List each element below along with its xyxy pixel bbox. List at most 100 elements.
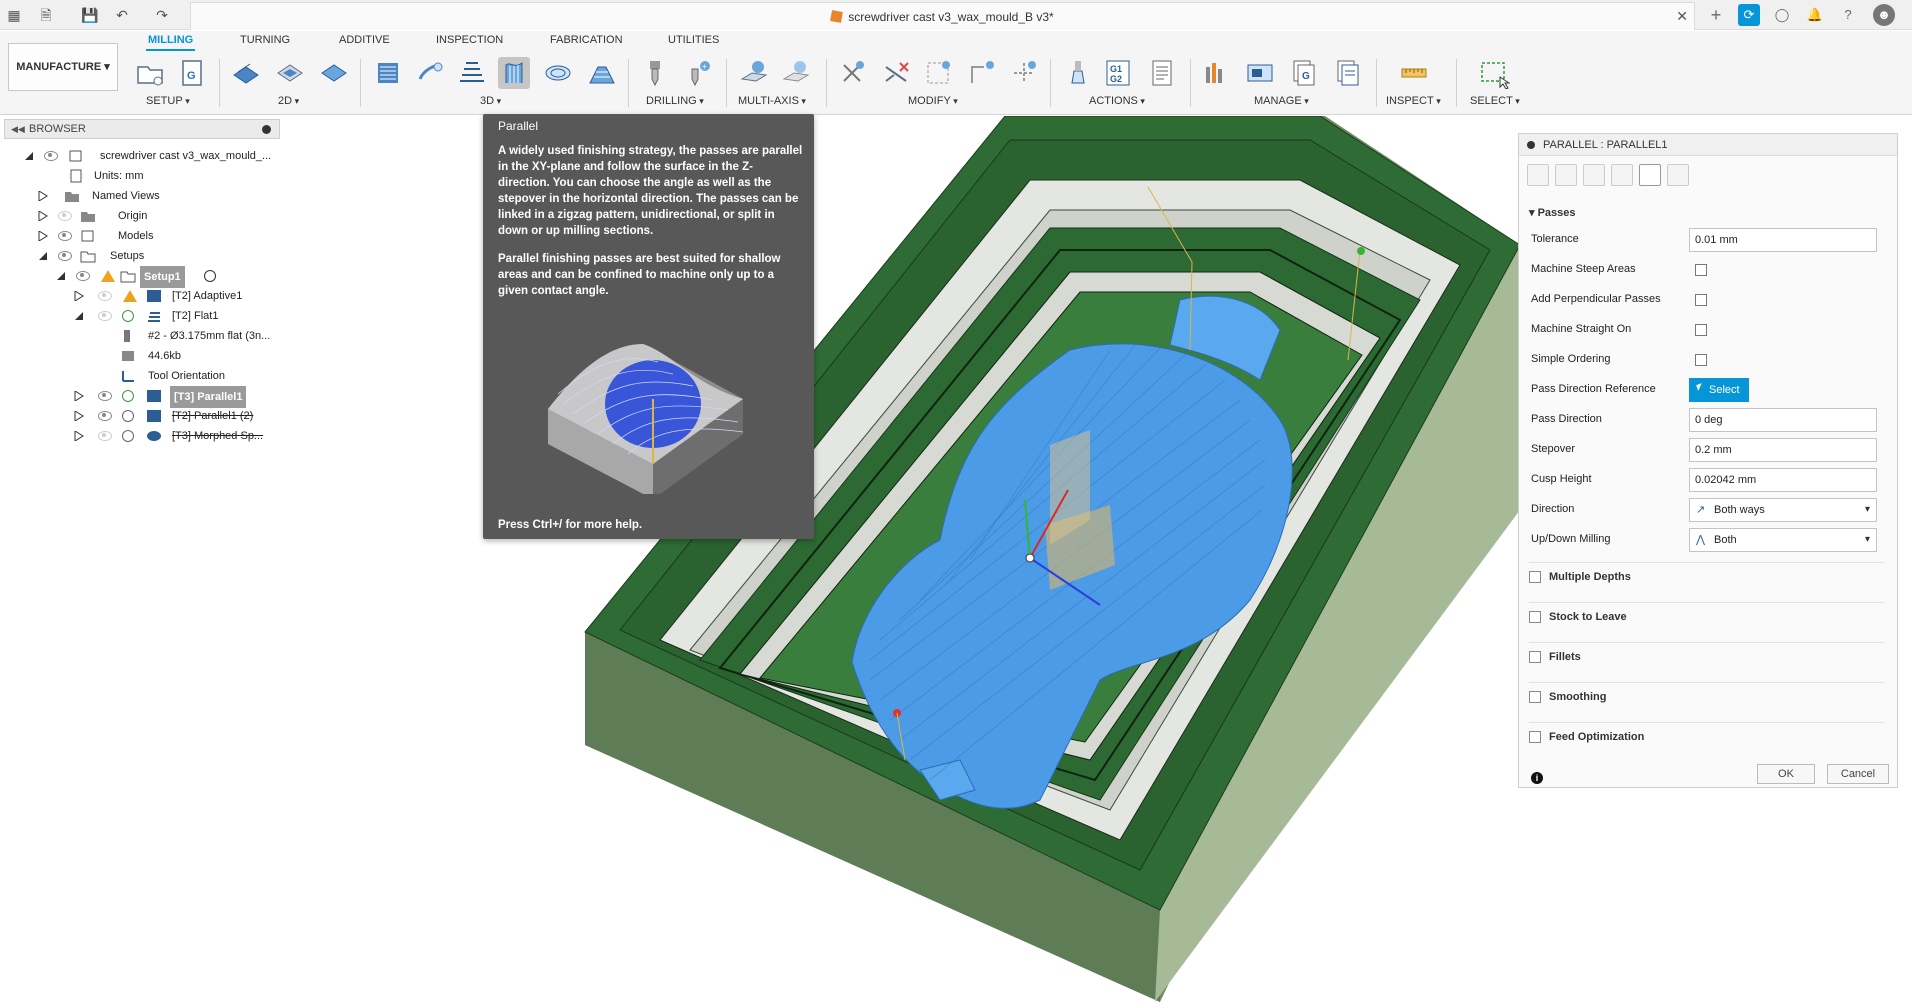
3d-adaptive-icon[interactable] — [372, 57, 404, 89]
up-down-milling-select[interactable]: ⋀ Both — [1689, 528, 1877, 552]
simple-ordering-checkbox[interactable] — [1695, 354, 1707, 366]
visibility-eye-icon[interactable] — [98, 311, 112, 321]
expand-arrow-icon[interactable] — [74, 431, 84, 441]
app-grid-icon[interactable]: ▦ — [4, 5, 24, 25]
browser-header[interactable]: ◀◀ BROWSER — [4, 119, 280, 139]
group-modify[interactable]: MODIFY — [908, 95, 958, 107]
group-actions[interactable]: ACTIONS — [1089, 95, 1145, 107]
group-setup[interactable]: SETUP — [146, 95, 190, 107]
2d-pocket-icon[interactable] — [274, 57, 306, 89]
expand-arrow-icon[interactable] — [38, 251, 48, 261]
hole-recognition-icon[interactable]: + — [682, 57, 714, 89]
tab-fabrication[interactable]: FABRICATION — [548, 34, 625, 46]
tolerance-input[interactable]: 0.01 mm — [1689, 228, 1877, 252]
visibility-eye-icon[interactable] — [44, 151, 58, 161]
multiple-depths-section[interactable]: Multiple Depths — [1529, 562, 1884, 586]
visibility-eye-icon[interactable] — [98, 431, 112, 441]
notifications-icon[interactable]: 🔔 — [1804, 4, 1826, 26]
tab-milling[interactable]: MILLING — [146, 34, 196, 51]
pattern-icon[interactable] — [1008, 57, 1040, 89]
visibility-eye-icon[interactable] — [58, 251, 72, 261]
job-status-icon[interactable]: ◯ — [1771, 4, 1793, 26]
move-toolpath-icon[interactable] — [966, 57, 998, 89]
cancel-button[interactable]: Cancel — [1827, 764, 1889, 784]
visibility-eye-icon[interactable] — [98, 291, 112, 301]
swarf-icon[interactable] — [738, 57, 770, 89]
undo-icon[interactable]: ↶ — [112, 5, 132, 25]
multiple-depths-checkbox[interactable] — [1529, 571, 1541, 583]
visibility-eye-icon[interactable] — [98, 411, 112, 421]
fillets-checkbox[interactable] — [1529, 651, 1541, 663]
user-avatar-icon[interactable]: ☻ — [1873, 4, 1895, 26]
expand-arrow-icon[interactable] — [38, 231, 48, 241]
redo-icon[interactable]: ↷ — [152, 5, 172, 25]
window-select-icon[interactable] — [1478, 57, 1511, 90]
expand-arrow-icon[interactable] — [74, 291, 84, 301]
dialog-collapse-icon[interactable] — [1527, 141, 1535, 149]
steep-and-shallow-icon[interactable] — [456, 57, 488, 89]
file-menu-icon[interactable]: 🗎 — [36, 5, 56, 25]
expand-arrow-icon[interactable] — [74, 391, 84, 401]
save-icon[interactable]: 💾 — [80, 5, 100, 25]
cusp-height-input[interactable]: 0.02042 mm — [1689, 468, 1877, 492]
tab-additive[interactable]: ADDITIVE — [337, 34, 392, 46]
group-3d[interactable]: 3D — [480, 95, 501, 107]
task-manager-icon[interactable] — [1332, 57, 1364, 89]
new-tab-icon[interactable]: + — [1705, 4, 1727, 26]
drill-icon[interactable] — [640, 57, 672, 89]
trim-toolpath-icon[interactable] — [836, 57, 868, 89]
multi-axis-contour-icon[interactable] — [780, 57, 812, 89]
setup-sheet-icon[interactable] — [1146, 57, 1178, 89]
group-multi-axis[interactable]: MULTI-AXIS — [738, 95, 806, 107]
stock-to-leave-checkbox[interactable] — [1529, 611, 1541, 623]
extensions-icon[interactable]: ⟳ — [1738, 4, 1760, 26]
simulate-icon[interactable] — [1062, 57, 1094, 89]
tool-library-icon[interactable] — [1200, 57, 1232, 89]
visibility-eye-icon[interactable] — [58, 211, 72, 221]
visibility-eye-icon[interactable] — [98, 391, 112, 401]
ok-button[interactable]: OK — [1757, 764, 1815, 784]
feed-optimization-section[interactable]: Feed Optimization — [1529, 722, 1884, 746]
tab-inspection[interactable]: INSPECTION — [434, 34, 505, 46]
tab-utilities[interactable]: UTILITIES — [666, 34, 721, 46]
smoothing-checkbox[interactable] — [1529, 691, 1541, 703]
activate-setup-icon[interactable] — [204, 270, 216, 282]
group-2d[interactable]: 2D — [278, 95, 299, 107]
perpendicular-checkbox[interactable] — [1695, 294, 1707, 306]
delete-toolpath-icon[interactable] — [880, 57, 912, 89]
group-manage[interactable]: MANAGE — [1254, 95, 1309, 107]
workspace-switcher[interactable]: MANUFACTURE ▾ — [8, 43, 118, 91]
scallop-icon[interactable] — [542, 57, 574, 89]
nc-program-icon[interactable]: G — [176, 57, 208, 89]
dialog-header[interactable]: PARALLEL : PARALLEL1 — [1519, 134, 1897, 156]
expand-arrow-icon[interactable] — [74, 411, 84, 421]
pass-direction-select-button[interactable]: Select — [1689, 378, 1749, 402]
template-library-icon[interactable] — [1244, 57, 1276, 89]
measure-icon[interactable] — [1398, 57, 1430, 89]
browser-pin-icon[interactable] — [262, 125, 271, 134]
expand-arrow-icon[interactable] — [24, 151, 34, 161]
face-icon[interactable] — [318, 57, 350, 89]
expand-arrow-icon[interactable] — [74, 311, 84, 321]
passes-section-toggle[interactable]: ▾ Passes — [1529, 206, 1576, 219]
2d-adaptive-icon[interactable] — [230, 57, 262, 89]
straight-on-checkbox[interactable] — [1695, 324, 1707, 336]
machine-steep-checkbox[interactable] — [1695, 264, 1707, 276]
group-drilling[interactable]: DRILLING — [646, 95, 704, 107]
pocket-clearing-icon[interactable] — [414, 57, 446, 89]
stock-to-leave-section[interactable]: Stock to Leave — [1529, 602, 1884, 626]
passes-tab-icon[interactable] — [1611, 164, 1633, 186]
info-icon[interactable]: i — [1531, 772, 1543, 784]
help-icon[interactable]: ? — [1837, 4, 1859, 26]
direction-select[interactable]: ↗ Both ways — [1689, 498, 1877, 522]
post-library-icon[interactable]: G — [1288, 57, 1320, 89]
post-tab-icon[interactable] — [1667, 164, 1689, 186]
expand-arrow-icon[interactable] — [38, 191, 48, 201]
geometry-tab-icon[interactable] — [1555, 164, 1577, 186]
pass-direction-input[interactable]: 0 deg — [1689, 408, 1877, 432]
contour-icon[interactable] — [586, 57, 618, 89]
tab-turning[interactable]: TURNING — [238, 34, 292, 46]
group-select[interactable]: SELECT — [1470, 95, 1520, 107]
tool-tab-icon[interactable] — [1527, 164, 1549, 186]
linking-tab-icon[interactable] — [1639, 164, 1661, 186]
